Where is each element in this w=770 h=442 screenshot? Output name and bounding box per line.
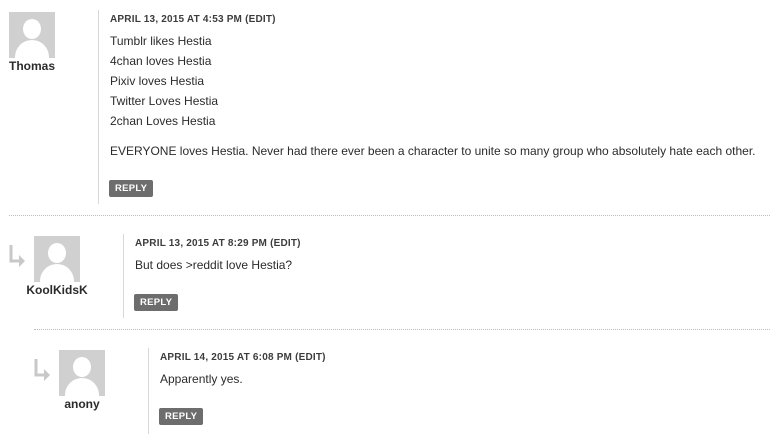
comment-author[interactable]: Thomas bbox=[0, 59, 67, 73]
avatar-head-shape bbox=[48, 243, 66, 263]
edit-link[interactable]: (EDIT) bbox=[270, 238, 301, 249]
comment-koolkidsk: KoolKidsK APRIL 13, 2015 AT 8:29 PM (EDI… bbox=[0, 216, 770, 330]
comment-author[interactable]: KoolKidsK bbox=[22, 283, 92, 297]
avatar-body-shape bbox=[65, 378, 99, 396]
comment-date-link[interactable]: APRIL 14, 2015 AT 6:08 PM bbox=[160, 352, 292, 363]
avatar[interactable] bbox=[59, 350, 105, 396]
comment-divider-line bbox=[148, 348, 149, 434]
comment-line: Twitter Loves Hestia bbox=[110, 94, 219, 108]
comment-divider-line bbox=[98, 10, 99, 204]
avatar-body-shape bbox=[15, 40, 49, 58]
avatar[interactable] bbox=[34, 236, 80, 282]
comment-paragraph: EVERYONE loves Hestia. Never had there e… bbox=[110, 144, 756, 158]
comment-meta: APRIL 14, 2015 AT 6:08 PM (EDIT) bbox=[160, 352, 326, 363]
reply-arrow-icon bbox=[34, 359, 50, 381]
comment-anony: anony APRIL 14, 2015 AT 6:08 PM (EDIT) A… bbox=[0, 330, 770, 442]
comment-date-link[interactable]: APRIL 13, 2015 AT 4:53 PM bbox=[110, 14, 242, 25]
avatar[interactable] bbox=[9, 12, 55, 58]
avatar-body-shape bbox=[40, 264, 74, 282]
edit-link[interactable]: (EDIT) bbox=[295, 352, 326, 363]
comment-line: Pixiv loves Hestia bbox=[110, 74, 205, 88]
comment-thomas: Thomas APRIL 13, 2015 AT 4:53 PM (EDIT) … bbox=[0, 0, 770, 216]
comment-line: Tumblr likes Hestia bbox=[110, 34, 212, 48]
edit-link[interactable]: (EDIT) bbox=[245, 14, 276, 25]
reply-button[interactable]: REPLY bbox=[109, 180, 154, 197]
comment-line: 4chan loves Hestia bbox=[110, 54, 212, 68]
reply-button[interactable]: REPLY bbox=[159, 408, 204, 425]
avatar-head-shape bbox=[23, 19, 41, 39]
comment-line: But does >reddit love Hestia? bbox=[135, 258, 293, 272]
reply-button[interactable]: REPLY bbox=[134, 294, 179, 311]
comment-meta: APRIL 13, 2015 AT 8:29 PM (EDIT) bbox=[135, 238, 301, 249]
comment-line: 2chan Loves Hestia bbox=[110, 114, 216, 128]
comment-date-link[interactable]: APRIL 13, 2015 AT 8:29 PM bbox=[135, 238, 267, 249]
comment-line: Apparently yes. bbox=[160, 372, 243, 386]
reply-arrow-icon bbox=[9, 245, 25, 267]
comment-author[interactable]: anony bbox=[47, 397, 117, 411]
comment-meta: APRIL 13, 2015 AT 4:53 PM (EDIT) bbox=[110, 14, 276, 25]
comment-divider-line bbox=[123, 234, 124, 318]
avatar-head-shape bbox=[73, 357, 91, 377]
